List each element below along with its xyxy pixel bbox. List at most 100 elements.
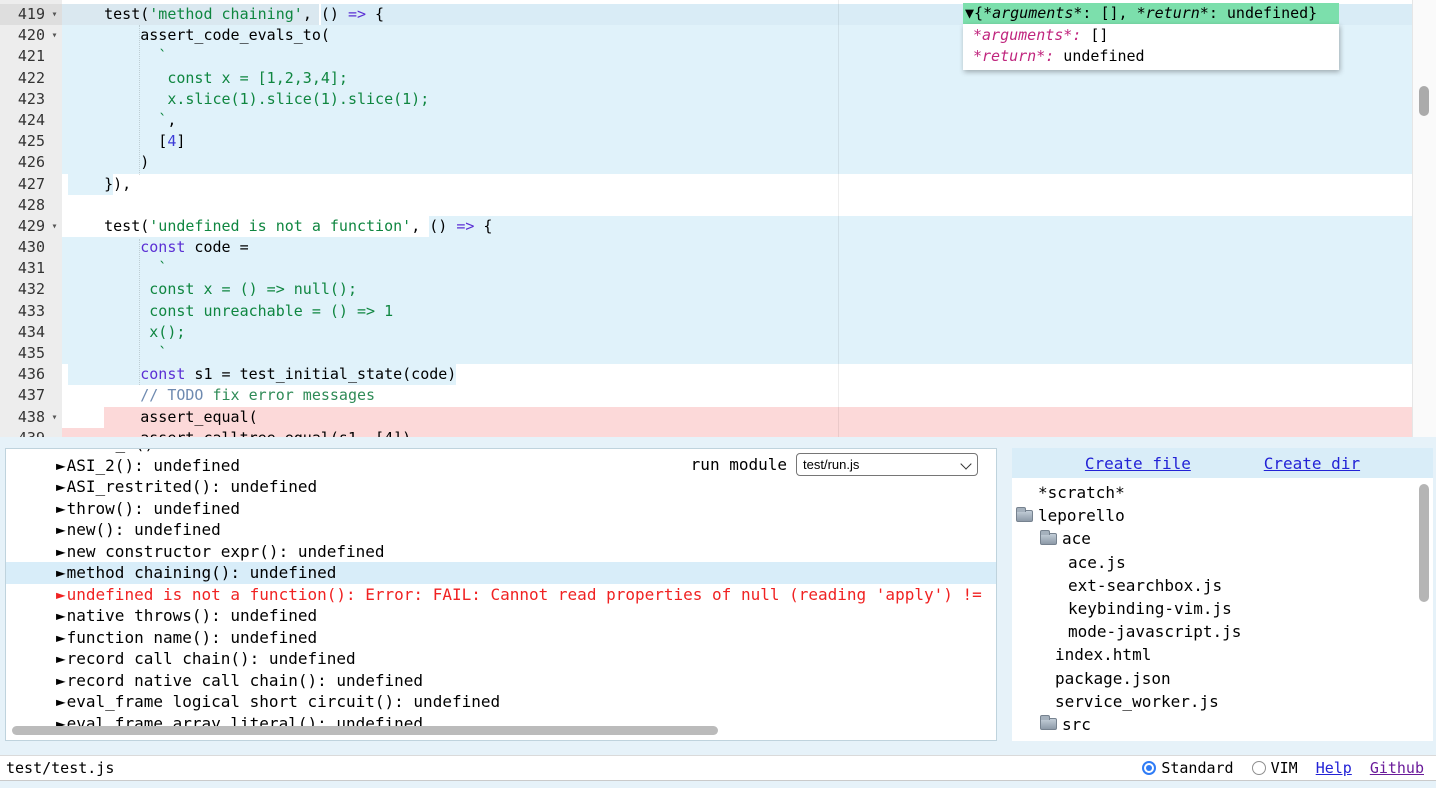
expand-icon[interactable]: ► <box>56 671 66 690</box>
tree-item[interactable]: *scratch* <box>1012 481 1433 504</box>
code-line-435[interactable]: ` <box>62 343 1412 364</box>
code-segment: ` <box>68 258 167 279</box>
code-editor[interactable]: 419▾420▾421422423424425426427428429▾4304… <box>0 0 1436 437</box>
file-tree-scrollbar-thumb[interactable] <box>1419 484 1429 602</box>
expand-icon[interactable]: ► <box>56 692 66 711</box>
tooltip-expander-header[interactable]: ▼{*arguments*: [], *return*: undefined} <box>963 3 1339 24</box>
code-line-433[interactable]: const unreachable = () => 1 <box>62 301 1412 322</box>
code-line-426[interactable]: ) <box>62 152 1412 173</box>
line-number: 427 <box>0 174 47 195</box>
code-token: ] <box>176 132 185 150</box>
tree-item[interactable]: mode-javascript.js <box>1012 620 1433 643</box>
tree-item[interactable]: ast_utils.js <box>1012 736 1433 741</box>
github-link[interactable]: Github <box>1370 759 1424 777</box>
keybinding-mode-standard[interactable]: Standard <box>1142 759 1233 777</box>
calltree-item[interactable]: ►record call chain(): undefined <box>6 648 996 670</box>
gutter-row: 437 <box>0 385 62 406</box>
code-segment: ), <box>113 174 131 195</box>
run-module-label: run module <box>691 455 787 474</box>
calltree-item[interactable]: ►native throws(): undefined <box>6 605 996 627</box>
calltree-horizontal-scrollbar-thumb[interactable] <box>12 726 718 735</box>
code-segment: ) <box>68 152 149 173</box>
expand-icon[interactable]: ► <box>56 499 66 518</box>
tree-item[interactable]: index.html <box>1012 643 1433 666</box>
radio-icon[interactable] <box>1252 761 1266 775</box>
scrollbar-thumb[interactable] <box>1419 86 1429 116</box>
expand-icon[interactable]: ► <box>56 649 66 668</box>
expand-icon[interactable]: ► <box>56 563 66 582</box>
tooltip-body: *arguments*: []*return*: undefined <box>963 24 1339 69</box>
tree-item[interactable]: service_worker.js <box>1012 690 1433 713</box>
tree-item[interactable]: src <box>1012 713 1433 736</box>
expand-icon[interactable]: ► <box>56 477 66 496</box>
mode-label: VIM <box>1271 759 1298 777</box>
code-line-439[interactable]: assert_calltree_equal(s1, [4]) <box>62 428 1412 437</box>
calltree-item[interactable]: ►throw(): undefined <box>6 498 996 520</box>
expand-icon[interactable]: ► <box>56 520 66 539</box>
code-line-430[interactable]: const code = <box>62 237 1412 258</box>
calltree-item[interactable]: ►new(): undefined <box>6 519 996 541</box>
tree-item[interactable]: leporello <box>1012 504 1433 527</box>
calltree-item[interactable]: ►ASI_restrited(): undefined <box>6 476 996 498</box>
fold-arrow-icon[interactable]: ▾ <box>47 25 62 46</box>
code-token: const <box>140 365 185 383</box>
tree-item[interactable]: ext-searchbox.js <box>1012 574 1433 597</box>
gutter-row: 436 <box>0 364 62 385</box>
calltree-item[interactable]: ►undefined is not a function(): Error: F… <box>6 584 996 606</box>
code-token: assert_calltree_equal(s1, [4]) <box>68 429 411 437</box>
tree-item[interactable]: keybinding-vim.js <box>1012 597 1433 620</box>
code-line-424[interactable]: `, <box>62 110 1412 131</box>
file-name: mode-javascript.js <box>1068 620 1241 643</box>
calltree-item[interactable]: ►eval_frame logical short circuit(): und… <box>6 691 996 713</box>
tree-item[interactable]: ace <box>1012 527 1433 550</box>
fold-arrow-icon[interactable]: ▾ <box>47 216 62 237</box>
expand-icon[interactable]: ► <box>76 448 86 453</box>
code-line-427[interactable]: }), <box>62 174 1412 195</box>
code-line-425[interactable]: [4] <box>62 131 1412 152</box>
code-line-429[interactable]: test('undefined is not a function', () =… <box>62 216 1412 237</box>
code-line-434[interactable]: x(); <box>62 322 1412 343</box>
help-link[interactable]: Help <box>1316 759 1352 777</box>
folder-name: leporello <box>1038 504 1125 527</box>
tree-item[interactable]: package.json <box>1012 667 1433 690</box>
code-line-422[interactable]: const x = [1,2,3,4]; <box>62 68 1412 89</box>
code-token: assert_equal( <box>104 408 258 426</box>
calltree-item-label: new constructor expr(): undefined <box>67 542 385 561</box>
fold-arrow-slot <box>47 428 62 437</box>
calltree-item[interactable]: ►method chaining(): undefined <box>6 562 996 584</box>
radio-icon[interactable] <box>1142 761 1156 775</box>
tooltip-value: undefined <box>1054 47 1144 65</box>
calltree-list: ►ASI_1(): undefined►ASI_2(): undefined►A… <box>6 448 996 734</box>
fold-arrow-icon[interactable]: ▾ <box>47 4 62 25</box>
fold-arrow-slot <box>47 385 62 406</box>
calltree-item[interactable]: ►record native call chain(): undefined <box>6 670 996 692</box>
current-file-path: test/test.js <box>0 759 114 777</box>
code-line-431[interactable]: ` <box>62 258 1412 279</box>
tree-item[interactable]: ace.js <box>1012 551 1433 574</box>
code-line-432[interactable]: const x = () => null(); <box>62 279 1412 300</box>
code-line-438[interactable]: assert_equal( <box>62 407 1412 428</box>
expand-icon[interactable]: ► <box>56 542 66 561</box>
expand-icon[interactable]: ► <box>56 585 66 604</box>
calltree-item[interactable]: ►new constructor expr(): undefined <box>6 541 996 563</box>
fold-arrow-slot <box>47 89 62 110</box>
expand-icon[interactable]: ► <box>56 606 66 625</box>
create-file-link[interactable]: Create file <box>1085 454 1191 473</box>
calltree-item-label: function name(): undefined <box>67 628 317 647</box>
gutter-row: 422 <box>0 68 62 89</box>
code-line-428[interactable] <box>62 195 1412 216</box>
calltree-item[interactable]: ►function name(): undefined <box>6 627 996 649</box>
create-dir-link[interactable]: Create dir <box>1264 454 1360 473</box>
line-number: 425 <box>0 131 47 152</box>
code-line-423[interactable]: x.slice(1).slice(1).slice(1); <box>62 89 1412 110</box>
expand-icon[interactable]: ► <box>56 628 66 647</box>
code-token: ) <box>68 153 149 171</box>
keybinding-mode-vim[interactable]: VIM <box>1252 759 1298 777</box>
editor-vertical-scrollbar[interactable] <box>1412 0 1436 437</box>
code-line-437[interactable]: // TODO fix error messages <box>62 385 1412 406</box>
run-module-select[interactable]: test/run.js <box>796 453 978 476</box>
code-line-436[interactable]: const s1 = test_initial_state(code) <box>62 364 1412 385</box>
fold-arrow-icon[interactable]: ▾ <box>47 407 62 428</box>
line-number: 428 <box>0 195 47 216</box>
expand-icon[interactable]: ► <box>56 456 66 475</box>
